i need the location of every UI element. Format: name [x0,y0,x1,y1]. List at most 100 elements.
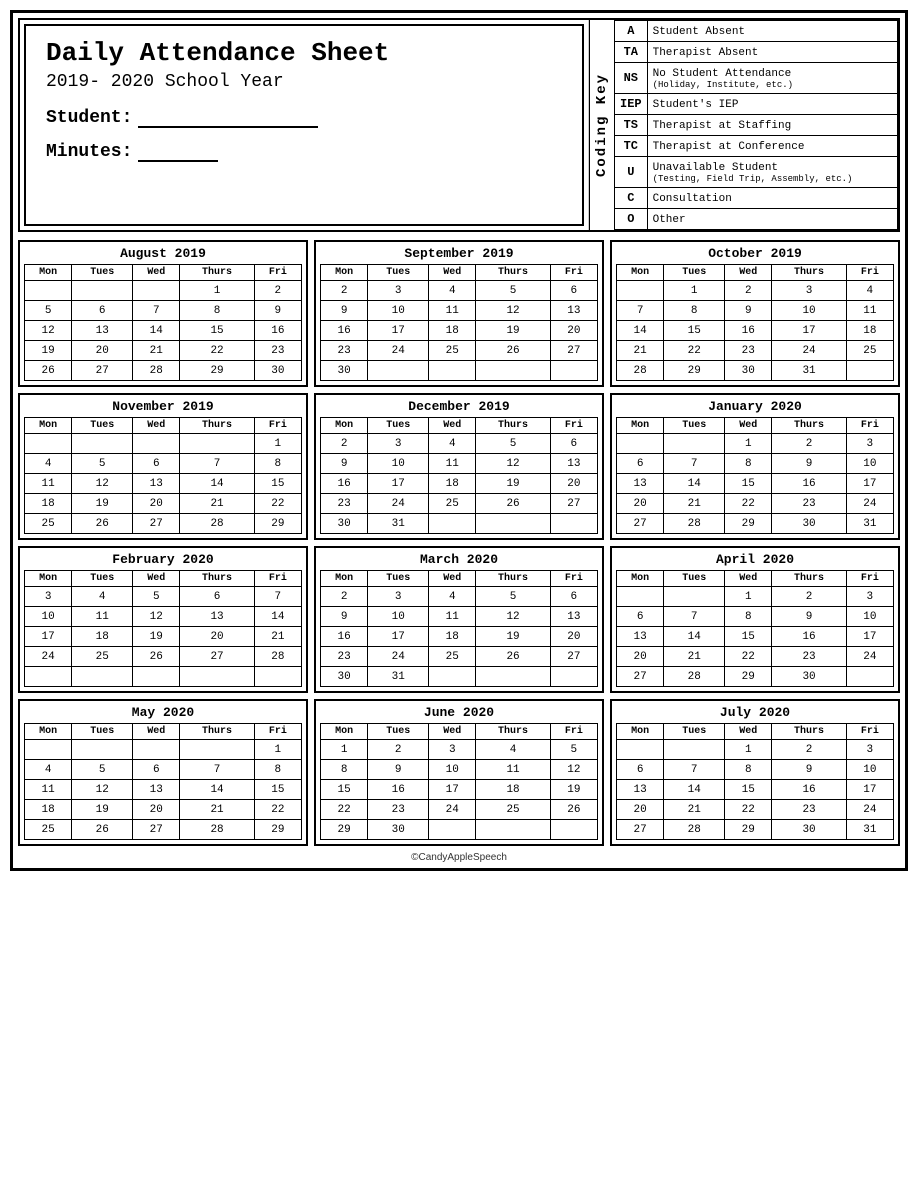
calendar-day[interactable]: 11 [846,301,893,321]
calendar-day[interactable]: 25 [846,341,893,361]
calendar-day[interactable]: 20 [617,647,664,667]
calendar-day[interactable]: 25 [429,494,476,514]
calendar-day[interactable]: 27 [72,361,133,381]
calendar-day[interactable]: 17 [368,321,429,341]
calendar-day[interactable]: 19 [550,780,597,800]
calendar-day[interactable]: 31 [368,667,429,687]
calendar-day[interactable]: 20 [550,321,597,341]
calendar-day[interactable]: 7 [664,760,725,780]
calendar-day[interactable]: 18 [846,321,893,341]
calendar-day[interactable]: 18 [429,321,476,341]
calendar-day[interactable]: 10 [846,454,893,474]
calendar-day[interactable]: 23 [321,494,368,514]
calendar-day[interactable]: 10 [846,760,893,780]
calendar-day[interactable]: 3 [25,587,72,607]
calendar-day[interactable]: 14 [617,321,664,341]
calendar-day[interactable]: 13 [617,627,664,647]
calendar-day[interactable]: 8 [254,760,301,780]
calendar-day[interactable]: 10 [368,454,429,474]
calendar-day[interactable]: 3 [772,281,846,301]
calendar-day[interactable]: 3 [368,587,429,607]
calendar-day[interactable]: 19 [476,321,550,341]
calendar-day[interactable]: 22 [725,800,772,820]
calendar-day[interactable]: 27 [617,820,664,840]
calendar-day[interactable]: 19 [476,627,550,647]
calendar-day[interactable]: 11 [429,301,476,321]
calendar-day[interactable]: 8 [664,301,725,321]
calendar-day[interactable]: 9 [725,301,772,321]
calendar-day[interactable]: 16 [368,780,429,800]
calendar-day[interactable]: 5 [25,301,72,321]
calendar-day[interactable]: 15 [725,474,772,494]
calendar-day[interactable]: 17 [368,627,429,647]
calendar-day[interactable]: 19 [72,494,133,514]
calendar-day[interactable]: 4 [25,454,72,474]
calendar-day[interactable]: 1 [725,434,772,454]
calendar-day[interactable]: 8 [725,454,772,474]
calendar-day[interactable]: 27 [617,667,664,687]
calendar-day[interactable]: 19 [133,627,180,647]
calendar-day[interactable]: 23 [368,800,429,820]
calendar-day[interactable]: 23 [321,341,368,361]
calendar-day[interactable]: 4 [429,281,476,301]
calendar-day[interactable]: 12 [133,607,180,627]
calendar-day[interactable]: 18 [25,494,72,514]
calendar-day[interactable]: 3 [368,281,429,301]
calendar-day[interactable]: 17 [846,474,893,494]
calendar-day[interactable]: 29 [254,820,301,840]
calendar-day[interactable]: 8 [180,301,254,321]
calendar-day[interactable]: 2 [772,587,846,607]
calendar-day[interactable]: 26 [25,361,72,381]
calendar-day[interactable]: 13 [617,780,664,800]
calendar-day[interactable]: 5 [133,587,180,607]
calendar-day[interactable]: 31 [846,514,893,534]
calendar-day[interactable]: 17 [846,627,893,647]
calendar-day[interactable]: 27 [133,514,180,534]
calendar-day[interactable]: 16 [254,321,301,341]
calendar-day[interactable]: 5 [72,760,133,780]
calendar-day[interactable]: 5 [550,740,597,760]
calendar-day[interactable]: 31 [368,514,429,534]
calendar-day[interactable]: 15 [254,780,301,800]
calendar-day[interactable]: 18 [429,474,476,494]
calendar-day[interactable]: 25 [429,341,476,361]
calendar-day[interactable]: 29 [725,820,772,840]
calendar-day[interactable]: 7 [664,607,725,627]
calendar-day[interactable]: 22 [725,647,772,667]
calendar-day[interactable]: 21 [617,341,664,361]
calendar-day[interactable]: 15 [664,321,725,341]
calendar-day[interactable]: 25 [429,647,476,667]
calendar-day[interactable]: 21 [664,647,725,667]
calendar-day[interactable]: 30 [772,514,846,534]
calendar-day[interactable]: 29 [254,514,301,534]
calendar-day[interactable]: 31 [846,820,893,840]
calendar-day[interactable]: 24 [368,494,429,514]
calendar-day[interactable]: 24 [846,800,893,820]
calendar-day[interactable]: 30 [772,820,846,840]
calendar-day[interactable]: 9 [321,454,368,474]
calendar-day[interactable]: 2 [772,434,846,454]
calendar-day[interactable]: 21 [254,627,301,647]
calendar-day[interactable]: 27 [550,341,597,361]
calendar-day[interactable]: 2 [725,281,772,301]
calendar-day[interactable]: 26 [476,494,550,514]
calendar-day[interactable]: 1 [321,740,368,760]
calendar-day[interactable]: 4 [846,281,893,301]
calendar-day[interactable]: 27 [133,820,180,840]
calendar-day[interactable]: 8 [725,760,772,780]
calendar-day[interactable]: 29 [725,514,772,534]
calendar-day[interactable]: 10 [368,301,429,321]
calendar-day[interactable]: 26 [476,341,550,361]
calendar-day[interactable]: 16 [772,780,846,800]
calendar-day[interactable]: 24 [368,341,429,361]
calendar-day[interactable]: 5 [476,434,550,454]
calendar-day[interactable]: 24 [846,647,893,667]
calendar-day[interactable]: 22 [180,341,254,361]
calendar-day[interactable]: 23 [254,341,301,361]
calendar-day[interactable]: 1 [254,740,301,760]
calendar-day[interactable]: 28 [133,361,180,381]
calendar-day[interactable]: 11 [429,607,476,627]
calendar-day[interactable]: 24 [25,647,72,667]
calendar-day[interactable]: 14 [133,321,180,341]
calendar-day[interactable]: 13 [550,607,597,627]
